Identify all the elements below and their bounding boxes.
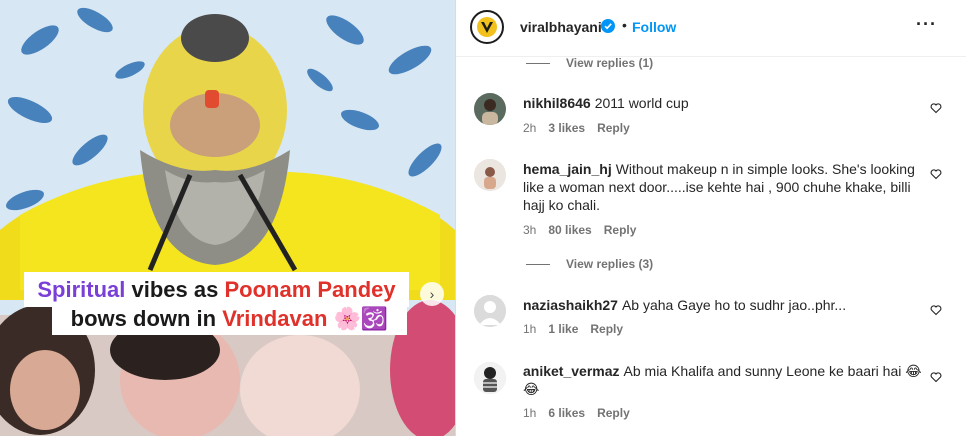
comment-text: naziashaikh27 Ab yaha Gaye ho to sudhr ja… — [523, 296, 928, 314]
post-media: Spiritual vibes as Poonam Pandey bows do… — [0, 0, 455, 436]
caption-word-name: Poonam Pandey — [224, 277, 396, 302]
reply-button[interactable]: Reply — [597, 406, 630, 420]
comment-likes[interactable]: 6 likes — [548, 406, 585, 420]
brand-logo-icon — [477, 17, 497, 37]
comment-meta: 2h 3 likes Reply — [523, 121, 642, 135]
more-options-button[interactable]: ··· — [916, 14, 937, 35]
comment-body: Ab yaha Gaye ho to sudhr jao..phr... — [621, 297, 847, 313]
comment-username[interactable]: hema_jain_hj — [523, 161, 612, 177]
heart-icon[interactable] — [930, 168, 942, 180]
user-photo-icon — [474, 93, 506, 125]
replies-divider — [526, 63, 550, 65]
comment-time: 3h — [523, 223, 537, 237]
heart-icon[interactable] — [930, 304, 942, 316]
comment-time: 1h — [523, 406, 537, 420]
verified-badge-icon — [601, 19, 615, 33]
reply-button[interactable]: Reply — [597, 121, 630, 135]
comment-time: 1h — [523, 322, 537, 336]
comment-time: 2h — [523, 121, 537, 135]
caption-word-vrindavan: Vrindavan — [222, 306, 328, 331]
heart-icon[interactable] — [930, 102, 942, 114]
reply-button[interactable]: Reply — [590, 322, 623, 336]
comment-meta: 1h 1 like Reply — [523, 322, 635, 336]
comment-text: aniket_vermaz Ab mia Khalifa and sunny Le… — [523, 362, 928, 398]
comment-body: 2011 world cup — [594, 95, 689, 111]
reply-button[interactable]: Reply — [604, 223, 637, 237]
caption-word-spiritual: Spiritual — [37, 277, 126, 302]
view-replies-label: View replies (3) — [566, 257, 654, 271]
header-separator: • — [622, 17, 627, 33]
user-photo-icon — [474, 362, 506, 394]
avatar[interactable] — [474, 295, 506, 327]
comment-likes[interactable]: 3 likes — [548, 121, 585, 135]
replies-divider — [526, 264, 550, 266]
caption-word-bows: bows down in — [70, 306, 217, 331]
caption-emojis: 🌸🕉️ — [333, 306, 389, 331]
comment-meta: 1h 6 likes Reply — [523, 406, 642, 420]
caption-word-vibes: vibes as — [131, 277, 219, 302]
comments-panel: viralbhayani • Follow ··· View replies (… — [455, 0, 966, 436]
user-photo-icon — [474, 159, 506, 191]
post-caption-overlay: Spiritual vibes as Poonam Pandey bows do… — [24, 272, 409, 335]
heart-icon[interactable] — [930, 371, 942, 383]
follow-button[interactable]: Follow — [632, 19, 676, 35]
post-image — [0, 0, 455, 436]
comment-meta: 3h 80 likes Reply — [523, 223, 648, 237]
avatar[interactable] — [474, 159, 506, 191]
default-user-icon — [474, 295, 506, 327]
comment-likes[interactable]: 80 likes — [548, 223, 591, 237]
post-author-username[interactable]: viralbhayani — [520, 19, 602, 35]
comment-username[interactable]: nikhil8646 — [523, 95, 591, 111]
view-replies-label: View replies (1) — [566, 56, 654, 70]
comment-username[interactable]: naziashaikh27 — [523, 297, 618, 313]
next-media-button[interactable]: › — [420, 282, 444, 306]
avatar[interactable] — [474, 362, 506, 394]
view-replies-top[interactable]: View replies (1) — [526, 56, 653, 70]
comment-likes[interactable]: 1 like — [548, 322, 578, 336]
avatar[interactable] — [474, 93, 506, 125]
view-replies-button[interactable]: View replies (3) — [526, 257, 653, 271]
comment-username[interactable]: aniket_vermaz — [523, 363, 620, 379]
chevron-right-icon: › — [429, 286, 435, 302]
post-header: viralbhayani • Follow ··· — [456, 0, 966, 57]
comment-text: hema_jain_hj Without makeup n in simple l… — [523, 160, 928, 214]
comment-text: nikhil8646 2011 world cup — [523, 94, 928, 112]
profile-avatar[interactable] — [470, 10, 504, 44]
